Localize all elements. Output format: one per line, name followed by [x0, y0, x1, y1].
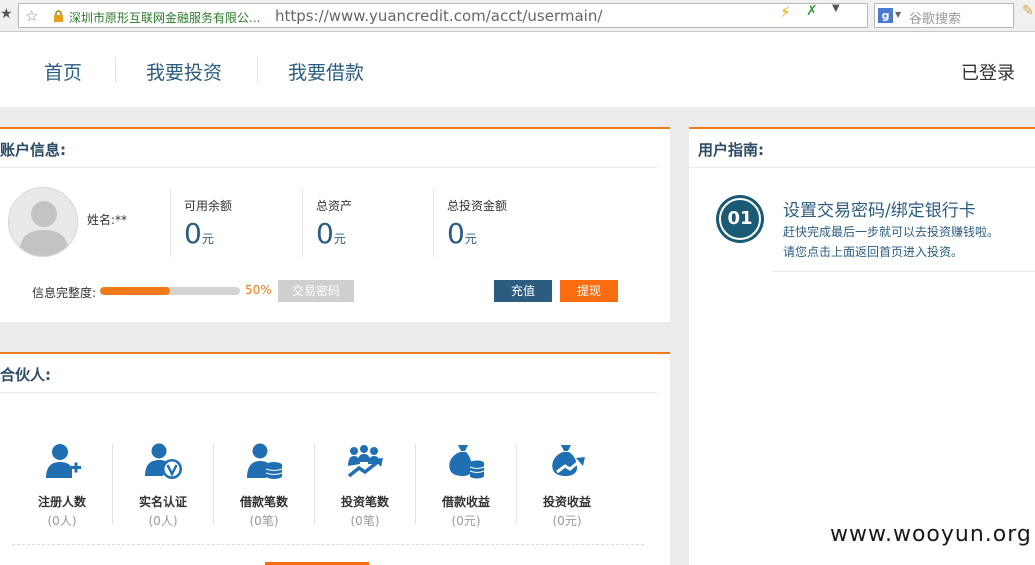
completeness-percent: 50%: [245, 283, 272, 297]
login-status[interactable]: 已登录: [961, 59, 1015, 85]
available-balance-value: 0元: [184, 217, 214, 250]
partner-panel: 合伙人: 注册人数 (0人) 实名认证 (0人) 借款笔数 (0笔) 投资笔数 …: [0, 352, 670, 565]
dashed-divider: [12, 544, 644, 545]
title-divider: [689, 167, 1035, 168]
account-panel: 账户信息: 姓名:** 可用余额 0元 总资产 0元 总投资金额 0元 信息完整…: [0, 127, 670, 322]
user-plus-icon: [46, 444, 81, 478]
partner-stat-verified[interactable]: 实名认证 (0人): [113, 442, 213, 542]
google-icon[interactable]: g: [878, 8, 893, 23]
search-placeholder[interactable]: 谷歌搜索: [909, 8, 961, 27]
lock-icon: [54, 10, 63, 22]
money-bag-trend-icon: [552, 445, 585, 476]
guide-step-desc-1: 赶快完成最后一步就可以去投资赚钱啦。: [783, 225, 1000, 239]
withdraw-button[interactable]: 提现: [560, 280, 618, 302]
adblock-extension-icon[interactable]: ✗: [806, 3, 818, 19]
total-assets-value: 0元: [316, 217, 346, 250]
bookmark-star-icon[interactable]: ☆: [25, 7, 38, 25]
menu-star-icon[interactable]: ★: [0, 6, 13, 22]
user-name: 姓名:**: [87, 213, 128, 227]
partner-stat-registered[interactable]: 注册人数 (0人): [12, 442, 112, 542]
title-divider: [0, 392, 657, 393]
stat-divider: [170, 189, 171, 257]
guide-title: 用户指南:: [698, 141, 764, 159]
group-trend-icon: [347, 445, 383, 478]
partner-stat-invest-income[interactable]: 投资收益 (0元): [517, 442, 617, 542]
partner-stat-investments[interactable]: 投资笔数 (0笔): [315, 442, 415, 542]
avatar: [8, 187, 78, 257]
step-number-badge: 01: [716, 195, 764, 243]
completeness-label: 信息完整度:: [32, 286, 97, 300]
watermark: www.wooyun.org: [830, 522, 1032, 547]
nav-divider: [257, 57, 258, 83]
lightning-extension-icon[interactable]: ⚡: [780, 3, 791, 21]
browser-toolbar: ★ ☆ 深圳市原形互联网金融服务有限公... https://www.yuanc…: [0, 0, 1035, 32]
nav-divider: [115, 57, 116, 83]
search-box[interactable]: g ▼ 谷歌搜索: [874, 3, 1014, 28]
total-assets-label: 总资产: [316, 199, 353, 213]
trade-password-button[interactable]: 交易密码: [278, 280, 354, 302]
guide-step-desc-2: 请您点击上面返回首页进入投资。: [783, 245, 964, 259]
nav-borrow[interactable]: 我要借款: [288, 58, 364, 85]
partner-stat-loan-income[interactable]: 借款收益 (0元): [416, 442, 516, 542]
dropdown-chevron-icon[interactable]: ▼: [832, 3, 840, 14]
recharge-button[interactable]: 充值: [494, 280, 552, 302]
money-bag-coins-icon: [449, 445, 485, 479]
avatar-silhouette-icon: [19, 201, 69, 256]
pen-icon[interactable]: ✎: [1022, 3, 1034, 19]
total-invest-value: 0元: [447, 217, 477, 250]
completeness-progress-fill: [100, 287, 170, 295]
stat-divider: [302, 189, 303, 257]
partner-title: 合伙人:: [0, 366, 51, 384]
url-text[interactable]: https://www.yuancredit.com/acct/usermain…: [275, 7, 602, 25]
site-identity[interactable]: 深圳市原形互联网金融服务有限公...: [69, 9, 260, 26]
nav-invest[interactable]: 我要投资: [146, 58, 222, 85]
user-coins-icon: [247, 443, 283, 479]
account-title: 账户信息:: [0, 141, 66, 159]
user-verified-icon: [145, 443, 182, 479]
title-divider: [0, 167, 657, 168]
partner-stat-loans[interactable]: 借款笔数 (0笔): [214, 442, 314, 542]
address-bar[interactable]: ☆ 深圳市原形互联网金融服务有限公... https://www.yuancre…: [18, 3, 868, 28]
section-gap: [0, 107, 1035, 127]
main-nav: 首页 我要投资 我要借款 已登录: [0, 33, 1035, 107]
stat-divider: [433, 189, 434, 257]
nav-home[interactable]: 首页: [44, 58, 82, 85]
engine-caret-icon[interactable]: ▼: [895, 10, 901, 19]
section-gap: [0, 322, 670, 352]
completeness-progress-bar: [100, 287, 240, 295]
available-balance-label: 可用余额: [184, 199, 233, 213]
guide-step-title[interactable]: 设置交易密码/绑定银行卡: [783, 196, 976, 221]
guide-panel: 用户指南:: [689, 127, 1035, 565]
total-invest-label: 总投资金额: [447, 199, 508, 213]
column-gutter: [670, 127, 689, 565]
guide-divider: [772, 271, 1035, 272]
